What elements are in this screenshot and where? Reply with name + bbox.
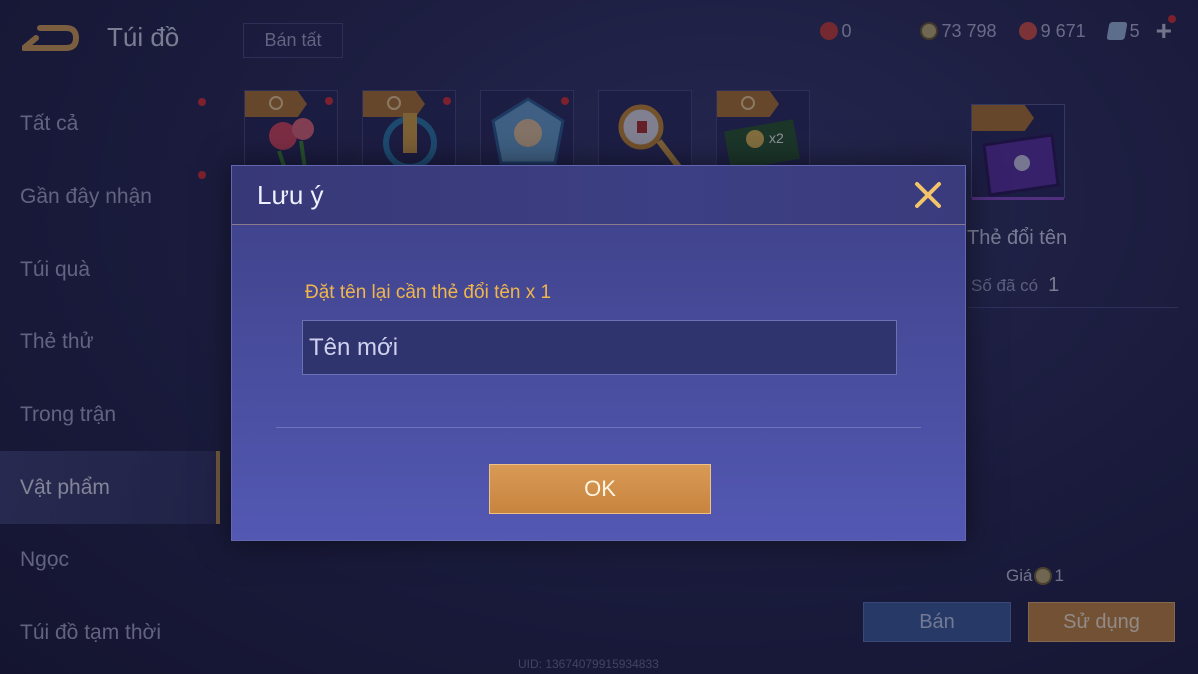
rename-requirement-text: Đặt tên lại cần thẻ đổi tên x 1 [305, 282, 552, 303]
close-icon[interactable] [913, 180, 943, 210]
ok-button[interactable]: OK [489, 464, 711, 514]
new-name-input[interactable] [302, 320, 897, 375]
rename-dialog: Lưu ý Đặt tên lại cần thẻ đổi tên x 1 OK [231, 165, 966, 541]
dialog-header: Lưu ý [232, 166, 965, 225]
dialog-title: Lưu ý [257, 180, 324, 210]
divider [276, 427, 921, 428]
